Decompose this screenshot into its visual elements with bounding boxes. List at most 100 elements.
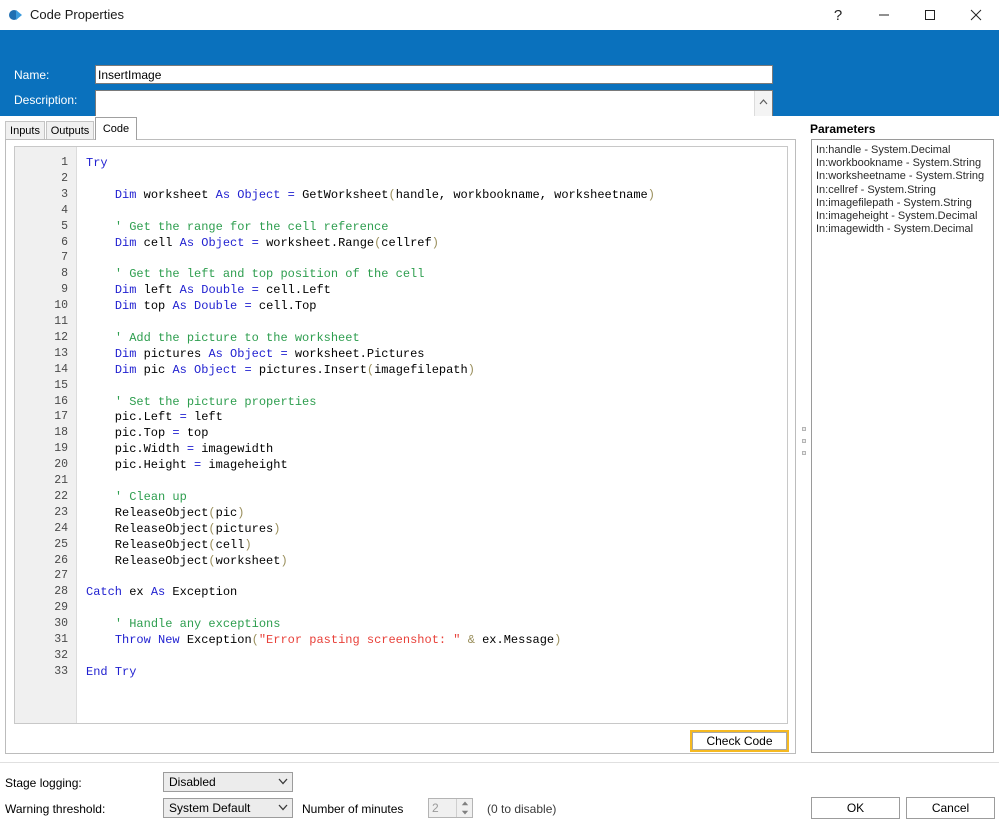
line-number: 30: [54, 617, 68, 630]
code-line: ReleaseObject(pictures): [86, 522, 280, 536]
code-line: Try: [86, 156, 108, 170]
splitter-grip-dot: [802, 451, 806, 455]
code-line: Dim left As Double = cell.Left: [86, 283, 331, 297]
help-button[interactable]: ?: [815, 0, 861, 30]
splitter-grip-dot: [802, 427, 806, 431]
code-line: ' Set the picture properties: [86, 395, 316, 409]
maximize-button[interactable]: [907, 0, 953, 30]
line-number: 23: [54, 506, 68, 519]
parameters-title: Parameters: [810, 122, 875, 136]
line-number: 13: [54, 347, 68, 360]
line-number: 21: [54, 474, 68, 487]
line-number: 17: [54, 410, 68, 423]
description-label: Description:: [14, 93, 77, 107]
warning-threshold-label: Warning threshold:: [5, 802, 105, 816]
code-text-area[interactable]: Try Dim worksheet As Object = GetWorkshe…: [78, 147, 787, 723]
minimize-button[interactable]: [861, 0, 907, 30]
code-line: ReleaseObject(cell): [86, 538, 252, 552]
code-line: pic.Left = left: [86, 410, 223, 424]
code-line: ' Handle any exceptions: [86, 617, 280, 631]
line-number: 11: [54, 315, 68, 328]
chevron-down-icon: [274, 777, 292, 787]
line-number: 4: [61, 204, 68, 217]
parameter-item[interactable]: In:imagefilepath - System.String: [816, 197, 972, 209]
tab-inputs[interactable]: Inputs: [5, 121, 45, 140]
tab-code[interactable]: Code: [95, 117, 137, 140]
code-line: ReleaseObject(worksheet): [86, 554, 288, 568]
code-panel: 1234567891011121314151617181920212223242…: [5, 139, 796, 754]
stepper-up-icon[interactable]: [457, 799, 472, 808]
line-number: 15: [54, 379, 68, 392]
line-number: 12: [54, 331, 68, 344]
code-line: pic.Top = top: [86, 426, 208, 440]
splitter-grip-dot: [802, 439, 806, 443]
line-number: 22: [54, 490, 68, 503]
code-line: Dim top As Double = cell.Top: [86, 299, 316, 313]
close-button[interactable]: [953, 0, 999, 30]
line-number: 10: [54, 299, 68, 312]
stage-logging-select[interactable]: Disabled: [163, 772, 293, 792]
panel-splitter[interactable]: [799, 139, 808, 754]
ok-button[interactable]: OK: [811, 797, 900, 819]
line-number: 24: [54, 522, 68, 535]
header-panel: Name: Description:: [0, 30, 999, 116]
line-number: 33: [54, 665, 68, 678]
line-number: 7: [61, 251, 68, 264]
stage-logging-value: Disabled: [169, 775, 274, 789]
line-number: 31: [54, 633, 68, 646]
line-number: 19: [54, 442, 68, 455]
code-line: pic.Height = imageheight: [86, 458, 288, 472]
warning-threshold-value: System Default: [169, 801, 274, 815]
code-line: ' Add the picture to the worksheet: [86, 331, 360, 345]
line-number: 14: [54, 363, 68, 376]
check-code-button[interactable]: Check Code: [690, 730, 789, 752]
parameter-item[interactable]: In:handle - System.Decimal: [816, 144, 951, 156]
line-number: 29: [54, 601, 68, 614]
parameter-item[interactable]: In:imagewidth - System.Decimal: [816, 223, 973, 235]
parameter-item[interactable]: In:imageheight - System.Decimal: [816, 210, 977, 222]
line-number: 6: [61, 236, 68, 249]
code-line: Throw New Exception("Error pasting scree…: [86, 633, 561, 647]
close-icon: [970, 9, 982, 21]
stepper-buttons[interactable]: [456, 799, 472, 817]
code-line: ' Get the range for the cell reference: [86, 220, 388, 234]
line-number: 20: [54, 458, 68, 471]
parameters-list[interactable]: In:handle - System.DecimalIn:workbooknam…: [811, 139, 994, 753]
code-line: Dim worksheet As Object = GetWorksheet(h…: [86, 188, 655, 202]
code-editor[interactable]: 1234567891011121314151617181920212223242…: [14, 146, 788, 724]
number-of-minutes-label: Number of minutes: [302, 802, 403, 816]
line-number: 16: [54, 395, 68, 408]
line-number: 1: [61, 156, 68, 169]
code-line: ReleaseObject(pic): [86, 506, 244, 520]
line-number: 26: [54, 554, 68, 567]
line-number: 5: [61, 220, 68, 233]
name-label: Name:: [14, 68, 49, 82]
minutes-stepper[interactable]: 2: [428, 798, 473, 818]
code-line: pic.Width = imagewidth: [86, 442, 273, 456]
warning-threshold-select[interactable]: System Default: [163, 798, 293, 818]
line-number: 3: [61, 188, 68, 201]
name-input[interactable]: [95, 65, 773, 84]
cancel-button[interactable]: Cancel: [906, 797, 995, 819]
code-line: End Try: [86, 665, 136, 679]
code-line: ' Clean up: [86, 490, 187, 504]
line-number: 18: [54, 426, 68, 439]
chevron-down-icon: [274, 803, 292, 813]
code-line: Catch ex As Exception: [86, 585, 237, 599]
stepper-down-icon[interactable]: [457, 808, 472, 817]
chevron-up-icon[interactable]: [755, 93, 772, 110]
window-title: Code Properties: [30, 7, 124, 22]
tab-outputs[interactable]: Outputs: [46, 121, 94, 140]
parameter-item[interactable]: In:cellref - System.String: [816, 184, 936, 196]
line-number: 27: [54, 569, 68, 582]
parameter-item[interactable]: In:workbookname - System.String: [816, 157, 981, 169]
minutes-value: 2: [432, 801, 439, 815]
maximize-icon: [924, 9, 936, 21]
app-icon: [8, 7, 24, 23]
title-bar: Code Properties ?: [0, 0, 999, 31]
line-number: 2: [61, 172, 68, 185]
stage-logging-label: Stage logging:: [5, 776, 82, 790]
line-number: 28: [54, 585, 68, 598]
parameter-item[interactable]: In:worksheetname - System.String: [816, 170, 984, 182]
code-line: ' Get the left and top position of the c…: [86, 267, 424, 281]
